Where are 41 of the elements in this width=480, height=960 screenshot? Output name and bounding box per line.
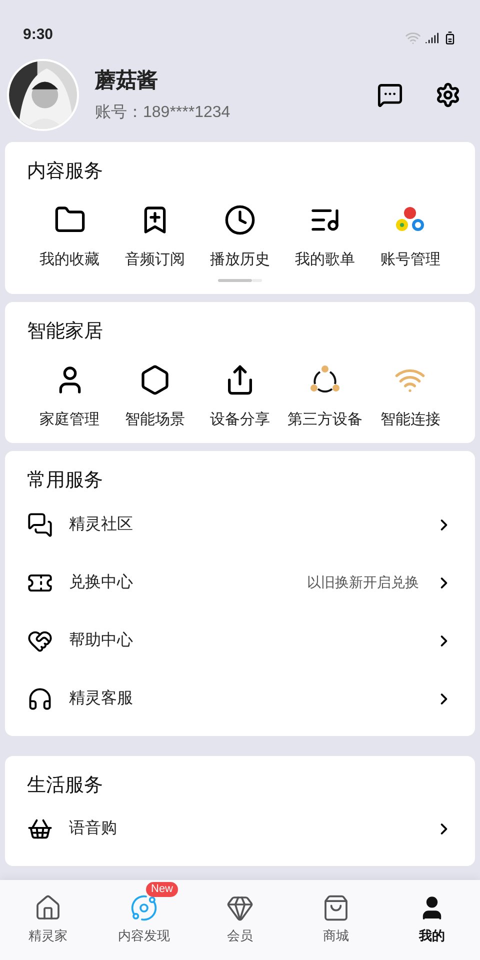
three-nodes-icon xyxy=(309,364,342,396)
nav-tab[interactable]: New 内容发现 xyxy=(96,880,192,960)
page-indicator xyxy=(218,279,262,282)
signal-icon xyxy=(425,31,439,45)
user-name: 蘑菇酱 xyxy=(95,68,159,94)
list-row[interactable]: 精灵社区 xyxy=(27,496,453,554)
grid-item[interactable]: 第三方设备 xyxy=(282,362,368,431)
section-title: 生活服务 xyxy=(27,774,104,798)
grid-item[interactable]: 家庭管理 xyxy=(27,362,112,431)
nav-tab[interactable]: 我的 xyxy=(384,880,480,960)
account-number: 账号：189****1234 xyxy=(95,102,232,123)
grid-item[interactable]: 我的歌单 xyxy=(282,202,368,271)
list-row[interactable]: 语音购 xyxy=(27,800,453,858)
home-icon xyxy=(34,894,62,922)
planet-icon xyxy=(130,894,158,922)
grid-item[interactable]: 播放历史 xyxy=(197,202,283,271)
grid-item[interactable]: 智能场景 xyxy=(112,362,198,431)
section-title: 智能家居 xyxy=(27,320,104,344)
hexagon-icon xyxy=(138,364,171,396)
grid-item[interactable]: 我的收藏 xyxy=(27,202,112,271)
nav-tab[interactable]: 精灵家 xyxy=(0,880,96,960)
section-title: 内容服务 xyxy=(27,160,104,184)
battery-icon xyxy=(443,31,457,45)
grid-item[interactable]: 账号管理 xyxy=(368,202,453,271)
grid-item[interactable]: 设备分享 xyxy=(197,362,283,431)
headset-icon xyxy=(27,686,53,712)
nav-tab[interactable]: 会员 xyxy=(192,880,288,960)
list-row[interactable]: 帮助中心 xyxy=(27,612,453,670)
section-title: 常用服务 xyxy=(27,469,104,493)
list-row[interactable]: 兑换中心 以旧换新开启兑换 xyxy=(27,554,453,612)
diamond-icon xyxy=(226,894,254,922)
chat-icon xyxy=(27,512,53,538)
new-badge: New xyxy=(146,882,178,898)
grid-item[interactable]: 智能连接 xyxy=(368,362,453,431)
status-time: 9:30 xyxy=(23,24,54,44)
list-row[interactable]: 精灵客服 xyxy=(27,670,453,728)
grid-item[interactable]: 音频订阅 xyxy=(112,202,198,271)
bag-icon xyxy=(322,894,350,922)
nav-tab[interactable]: 商城 xyxy=(288,880,384,960)
wifi-icon xyxy=(405,30,421,46)
clock-icon xyxy=(224,204,256,236)
